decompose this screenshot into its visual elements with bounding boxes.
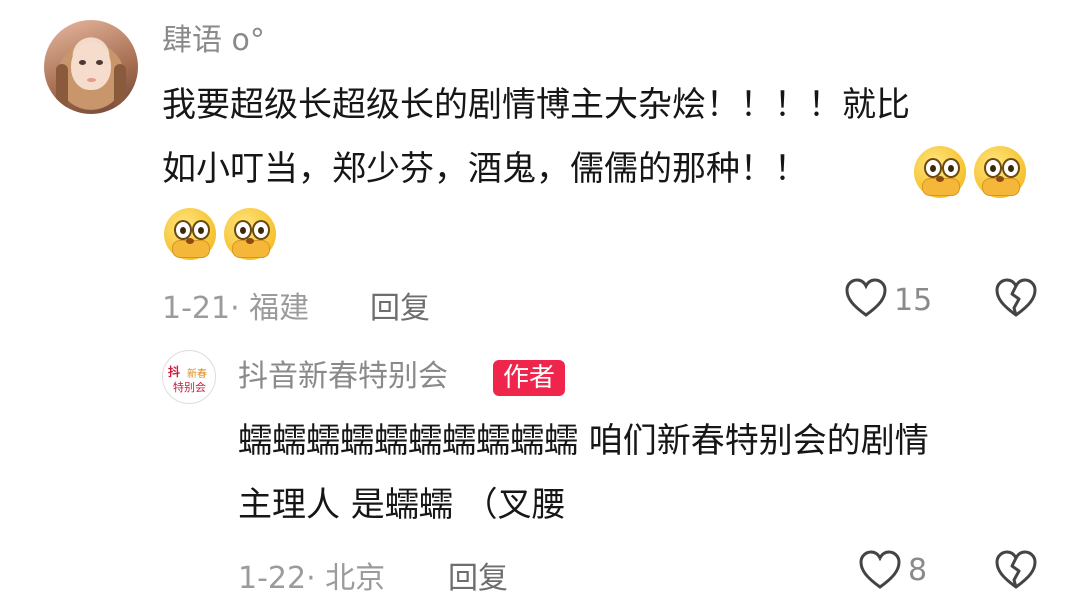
like-count: 8 [908,553,928,588]
author-badge: 作者 [493,360,565,396]
lip [87,78,96,82]
thinking-face-emoji [224,208,276,260]
comment-meta: 1-22· 北京 [238,561,386,596]
comment-text-line-1: 我要超级长超级长的剧情博主大杂烩！！！！就比 [162,85,910,125]
reply-button[interactable]: 回复 [448,553,508,597]
like-heart-icon[interactable] [844,278,888,318]
hair-braid [114,64,126,110]
thinking-face-emoji [914,146,966,198]
author-avatar[interactable]: 抖 新春 特别会 [162,350,216,404]
thinking-face-emoji [164,208,216,260]
avatar-text: 新春 [187,369,207,380]
eye [96,60,103,65]
like-heart-icon[interactable] [858,550,902,590]
avatar-text: 抖 [168,365,181,379]
reply-button[interactable]: 回复 [370,283,430,327]
dislike-broken-heart-icon[interactable] [994,550,1038,590]
like-count: 15 [894,283,933,318]
comment-text-line-2: 如小叮当，郑少芬，酒鬼，儒儒的那种！！ [162,149,808,189]
hair-braid [56,64,68,110]
eye [79,60,86,65]
reply-text-line-2: 主理人 是蠕蠕 （叉腰 [238,485,566,525]
comment-username[interactable]: 抖音新春特别会 [238,362,448,392]
avatar[interactable] [44,20,138,114]
reply-text-line-1: 蠕蠕蠕蠕蠕蠕蠕蠕蠕蠕 咱们新春特别会的剧情 [238,421,929,461]
comment-username[interactable]: 肆语 o° [162,26,265,56]
avatar-text: 特别会 [173,381,206,394]
thinking-face-emoji [974,146,1026,198]
face [71,42,111,90]
comment-meta: 1-21· 福建 [162,291,310,326]
dislike-broken-heart-icon[interactable] [994,278,1038,318]
